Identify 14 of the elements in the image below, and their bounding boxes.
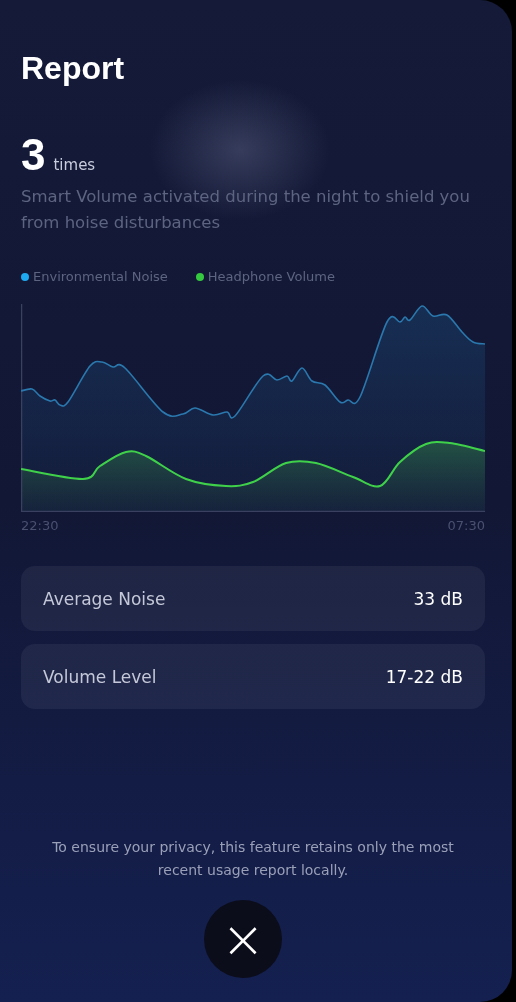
description: Smart Volume activated during the night to shield you from hoise disturbances — [21, 186, 471, 234]
stat-value: 33 dB — [413, 588, 463, 609]
legend-label: Headphone Volume — [207, 269, 335, 284]
count-unit: times — [53, 156, 96, 174]
privacy-note: To ensure your privacy, this feature retains only the most recent usage report locally. — [51, 838, 455, 880]
stat-label: Volume Level — [43, 666, 157, 687]
axis-label: 07:30 — [447, 518, 485, 533]
close-button[interactable]: × — [204, 900, 282, 978]
count-number: 3 — [21, 130, 46, 180]
stat-value: 17-22 dB — [385, 666, 463, 687]
stat-label: Average Noise — [43, 588, 166, 609]
axis-label: 22:30 — [21, 518, 59, 533]
page-title: Report — [21, 49, 126, 88]
legend-label: Environmental Noise — [33, 269, 168, 284]
